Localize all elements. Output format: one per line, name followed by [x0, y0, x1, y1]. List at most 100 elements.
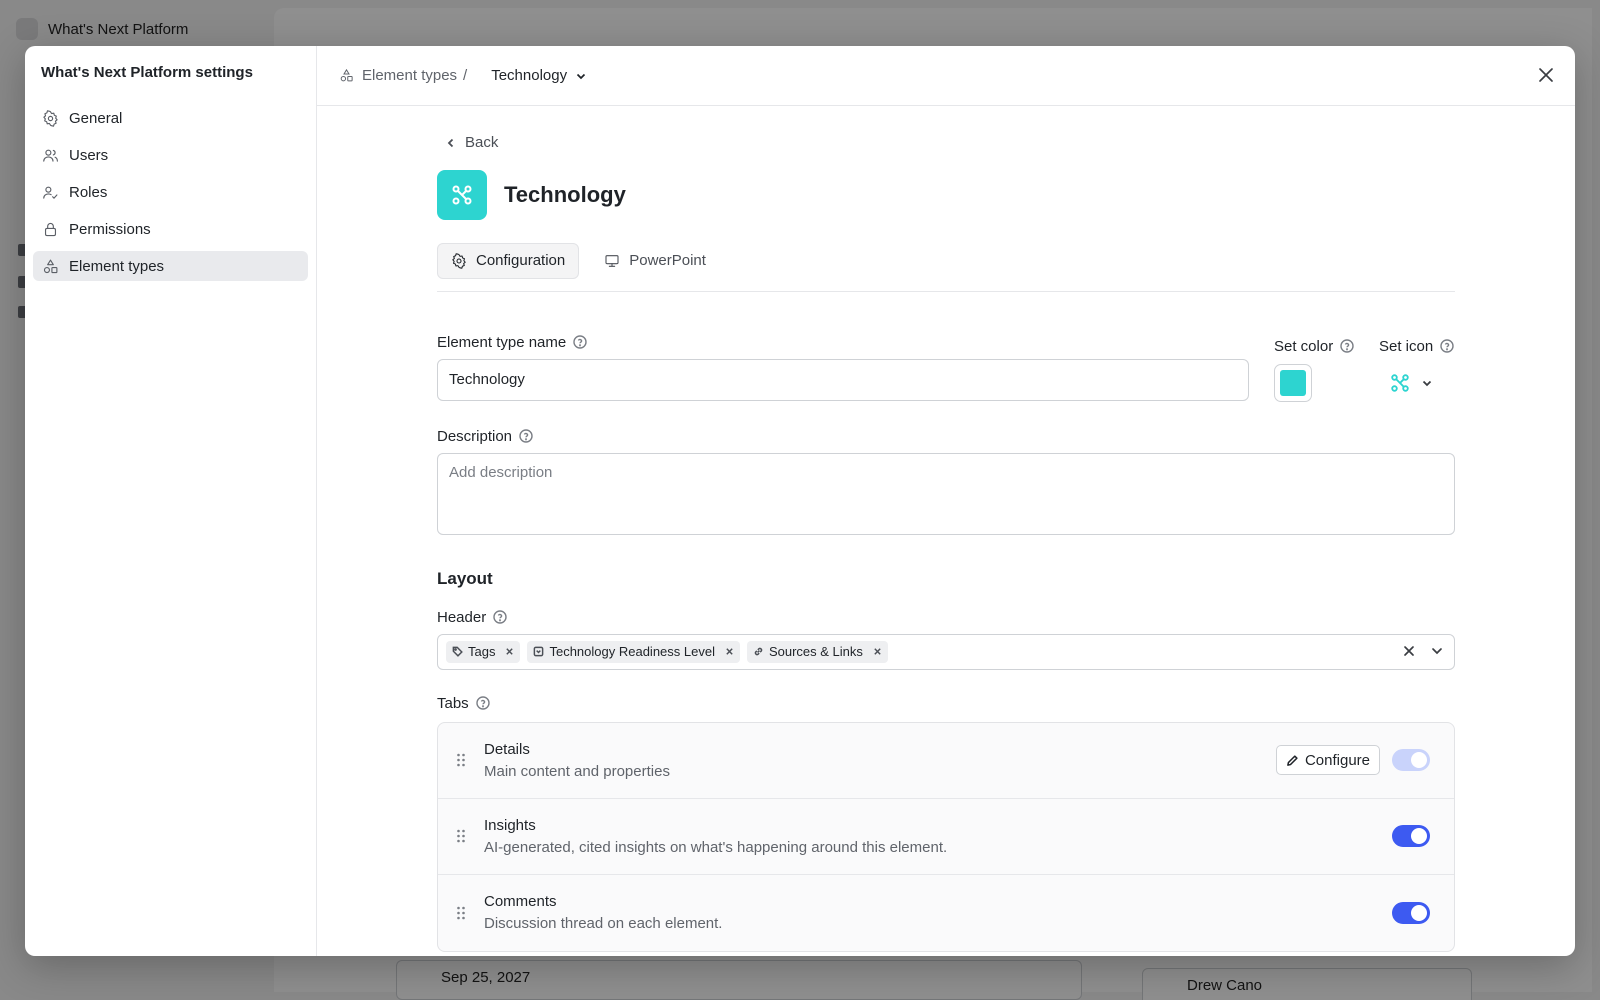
remove-chip-icon[interactable] — [505, 647, 514, 656]
tab-row-insights: Insights AI-generated, cited insights on… — [438, 799, 1454, 875]
page-title: Technology — [504, 181, 626, 207]
modal-header: Element types / Technology — [317, 46, 1575, 106]
header-chip: Technology Readiness Level — [527, 640, 740, 663]
link-icon — [754, 647, 763, 656]
sidebar-item-label: General — [69, 109, 123, 127]
help-icon[interactable] — [519, 429, 533, 443]
tab-row-name: Insights — [484, 816, 536, 834]
settings-title: What's Next Platform settings — [41, 64, 253, 81]
drag-handle-icon[interactable] — [456, 906, 466, 920]
chevron-down-icon — [577, 73, 586, 79]
network-icon — [1391, 373, 1409, 392]
sidebar-item-label: Element types — [69, 257, 165, 275]
help-icon[interactable] — [475, 696, 490, 710]
tabs-label: Tabs — [437, 695, 1455, 712]
tab-row-description: Discussion thread on each element. — [484, 915, 723, 932]
tab-row-description: Main content and properties — [484, 762, 670, 780]
lock-icon — [44, 222, 57, 236]
tab-toggle-comments[interactable] — [1392, 901, 1430, 924]
remove-chip-icon[interactable] — [725, 647, 734, 656]
layout-section-title: Layout — [437, 568, 493, 588]
header-chip: Tags — [446, 640, 521, 663]
drag-handle-icon[interactable] — [456, 753, 466, 767]
sidebar-item-label: Roles — [69, 183, 108, 201]
remove-chip-icon[interactable] — [873, 647, 882, 656]
breadcrumb-current-dropdown[interactable]: Technology — [491, 67, 587, 84]
color-label: Set color — [1274, 338, 1379, 355]
breadcrumb-current-label: Technology — [491, 67, 568, 84]
breadcrumb-parent[interactable]: Element types — [339, 67, 457, 84]
back-label: Back — [465, 134, 499, 151]
tag-icon — [452, 646, 463, 657]
drag-handle-icon[interactable] — [456, 829, 466, 843]
help-icon[interactable] — [1340, 339, 1354, 353]
element-type-editor: Back Technology Configuration PowerPoint — [437, 106, 1455, 952]
back-button[interactable]: Back — [445, 134, 498, 151]
tab-row-details: Details Main content and properties Conf… — [438, 723, 1454, 799]
settings-sidebar: What's Next Platform settings General Us… — [25, 46, 317, 956]
settings-modal: What's Next Platform settings General Us… — [25, 46, 1575, 956]
tab-powerpoint[interactable]: PowerPoint — [591, 243, 719, 279]
header-field-group: Header Tags Technology Readiness Level S… — [437, 609, 1455, 670]
sidebar-item-permissions[interactable]: Permissions — [33, 214, 308, 244]
tab-toggle-details — [1392, 749, 1430, 771]
icon-label: Set icon — [1379, 338, 1455, 355]
presentation-icon — [605, 254, 619, 267]
sidebar-item-users[interactable]: Users — [33, 140, 308, 170]
title-row: Technology — [437, 169, 1455, 220]
tab-row-text: Details Main content and properties — [484, 741, 1276, 780]
network-icon — [452, 185, 472, 204]
breadcrumb-parent-label: Element types — [362, 67, 458, 84]
select-icon — [534, 646, 544, 657]
name-color-icon-row: Element type name Technology Set color S… — [437, 334, 1455, 402]
tab-label: Configuration — [476, 252, 566, 269]
pencil-icon — [1287, 754, 1298, 766]
tab-row-text: Comments Discussion thread on each eleme… — [484, 893, 1392, 932]
shapes-icon — [340, 68, 353, 82]
name-field-group: Element type name Technology — [437, 334, 1249, 402]
configure-button[interactable]: Configure — [1275, 745, 1380, 775]
help-icon[interactable] — [573, 335, 587, 349]
gear-icon — [43, 109, 58, 127]
header-chip: Sources & Links — [746, 640, 888, 663]
color-field-group: Set color — [1274, 334, 1379, 402]
sidebar-item-roles[interactable]: Roles — [33, 177, 308, 207]
tab-toggle-insights[interactable] — [1392, 825, 1430, 847]
tab-configuration[interactable]: Configuration — [437, 242, 580, 279]
icon-field-group: Set icon — [1379, 334, 1455, 402]
chevron-down-icon — [1422, 380, 1432, 386]
tab-label: PowerPoint — [629, 252, 706, 269]
tab-row-name: Details — [484, 740, 530, 758]
sidebar-item-label: Users — [69, 146, 109, 164]
tab-row-comments: Comments Discussion thread on each eleme… — [438, 875, 1454, 951]
settings-main: Element types / Technology Back Technolo… — [317, 46, 1575, 956]
close-icon — [1539, 68, 1553, 82]
description-field-group: Description Add description — [437, 428, 1455, 535]
color-picker-button[interactable] — [1274, 363, 1312, 402]
close-button[interactable] — [1535, 64, 1557, 86]
tab-row-text: Insights AI-generated, cited insights on… — [484, 817, 1392, 856]
layout-tabs-list: Details Main content and properties Conf… — [437, 721, 1455, 952]
description-textarea[interactable]: Add description — [437, 452, 1455, 535]
chevron-left-icon — [447, 138, 454, 147]
sidebar-item-general[interactable]: General — [33, 103, 308, 133]
icon-picker-dropdown[interactable] — [1379, 364, 1455, 402]
element-type-icon — [437, 169, 487, 220]
users-icon — [43, 149, 58, 162]
help-icon[interactable] — [1440, 339, 1454, 353]
chevron-down-icon[interactable] — [1430, 644, 1444, 658]
tab-row-description: AI-generated, cited insights on what's h… — [484, 838, 948, 856]
tab-row-name: Comments — [484, 893, 557, 910]
description-label: Description — [437, 428, 1455, 445]
user-check-icon — [43, 186, 58, 199]
sidebar-item-element-types[interactable]: Element types — [33, 251, 308, 281]
clear-icon[interactable] — [1402, 644, 1416, 658]
color-swatch — [1280, 369, 1306, 396]
help-icon[interactable] — [493, 610, 507, 624]
name-label: Element type name — [437, 334, 1249, 351]
breadcrumb-separator: / — [463, 67, 468, 84]
editor-tabs: Configuration PowerPoint — [437, 242, 1455, 292]
sidebar-item-label: Permissions — [69, 220, 151, 238]
element-type-name-input[interactable]: Technology — [437, 358, 1249, 401]
header-multiselect[interactable]: Tags Technology Readiness Level Sources … — [437, 633, 1455, 670]
